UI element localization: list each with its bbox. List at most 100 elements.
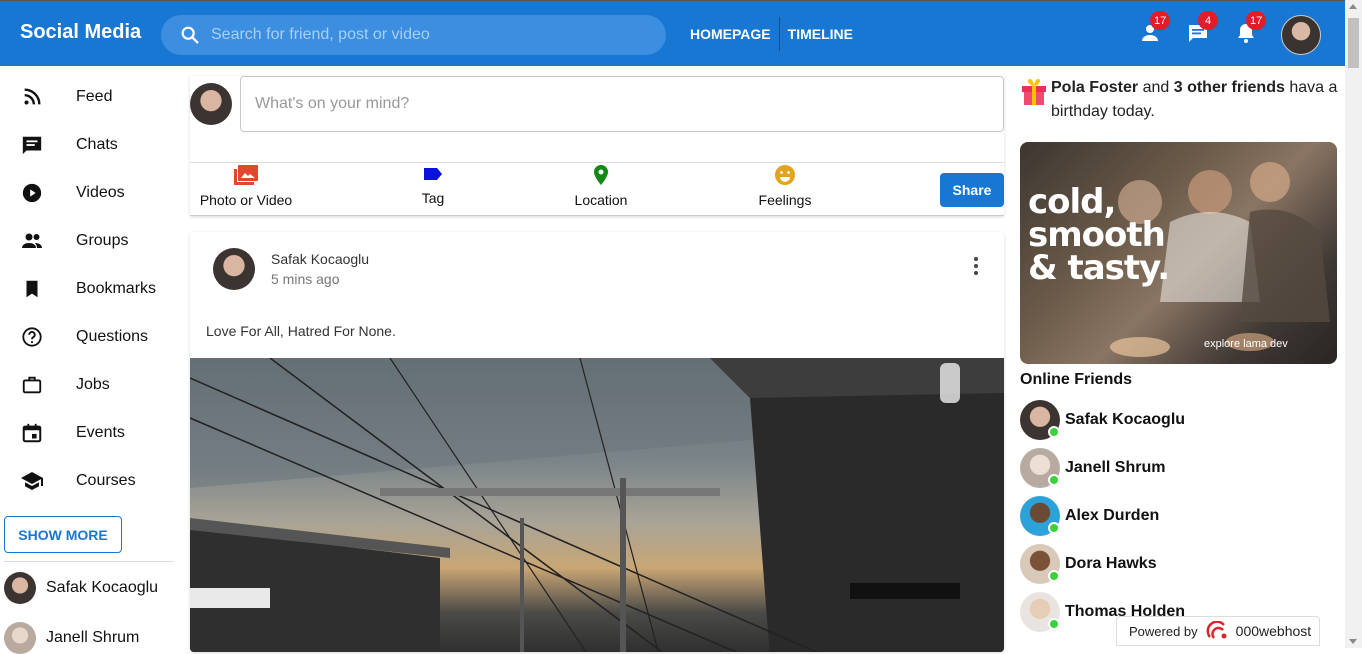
avatar — [1020, 592, 1060, 632]
search-icon — [181, 26, 199, 44]
sidebar-item-videos[interactable]: Videos — [20, 179, 125, 207]
online-status-dot — [1048, 426, 1060, 438]
messages-badge: 4 — [1198, 11, 1218, 30]
avatar — [4, 572, 36, 604]
search-input[interactable] — [211, 26, 651, 44]
sidebar-item-groups[interactable]: Groups — [20, 227, 128, 255]
ad-headline: cold, smooth & tasty. — [1028, 185, 1170, 288]
post-author[interactable]: Safak Kocaoglu — [271, 251, 369, 267]
play-circle-icon — [20, 181, 44, 205]
left-sidebar: Feed Chats Videos Groups Bookmarks Quest… — [0, 66, 180, 654]
show-more-button[interactable]: SHOW MORE — [4, 516, 122, 553]
post-time: 5 mins ago — [271, 271, 340, 287]
ad-banner[interactable]: cold, smooth & tasty. explore lama dev — [1020, 142, 1337, 364]
nav-homepage[interactable]: HOMEPAGE — [690, 26, 779, 42]
webhost-logo-icon — [1206, 621, 1227, 639]
nav-divider — [778, 17, 780, 51]
chat-icon — [20, 133, 44, 157]
sidebar-divider — [4, 561, 174, 562]
online-status-dot — [1048, 618, 1060, 630]
online-friend[interactable]: Janell Shrum — [1020, 448, 1165, 488]
sidebar-item-questions[interactable]: Questions — [20, 323, 148, 351]
online-friend-name: Janell Shrum — [1065, 459, 1166, 476]
post-card: Safak Kocaoglu 5 mins ago Love For All, … — [190, 232, 1004, 652]
sidebar-item-label: Feed — [76, 88, 113, 105]
page-scrollbar[interactable] — [1345, 0, 1362, 648]
location-label: Location — [574, 192, 628, 208]
event-icon — [20, 421, 44, 445]
sidebar-friend[interactable]: Janell Shrum — [4, 622, 139, 654]
birthday-others[interactable]: 3 other friends — [1174, 79, 1285, 96]
rss-feed-icon — [20, 85, 44, 109]
sidebar-item-label: Groups — [76, 232, 129, 249]
birthday-and: and — [1138, 79, 1174, 96]
top-bar: Social Media HOMEPAGE TIMELINE 17 4 17 — [0, 0, 1345, 66]
photo-video-label: Photo or Video — [199, 192, 293, 208]
messages-button[interactable]: 4 — [1186, 11, 1218, 45]
status-input[interactable]: What's on your mind? — [240, 76, 1004, 132]
sidebar-item-feed[interactable]: Feed — [20, 83, 112, 111]
avatar[interactable] — [213, 248, 255, 290]
powered-by-label: Powered by — [1129, 623, 1198, 639]
sidebar-item-jobs[interactable]: Jobs — [20, 371, 110, 399]
sidebar-item-label: Courses — [76, 472, 136, 489]
sidebar-item-events[interactable]: Events — [20, 419, 125, 447]
sidebar-item-courses[interactable]: Courses — [20, 467, 136, 495]
profile-avatar[interactable] — [1281, 15, 1321, 55]
location-option[interactable]: Location — [571, 164, 631, 208]
online-friend-name: Alex Durden — [1065, 507, 1160, 524]
share-button[interactable]: Share — [940, 173, 1004, 207]
more-vert-icon[interactable] — [970, 256, 982, 276]
scroll-up-arrow-icon[interactable] — [1349, 4, 1357, 9]
post-image[interactable] — [190, 358, 1004, 652]
school-icon — [20, 469, 44, 493]
powered-by-badge[interactable]: Powered by 000webhost — [1116, 616, 1320, 646]
online-friend[interactable]: Alex Durden — [1020, 496, 1159, 536]
app-logo[interactable]: Social Media — [20, 21, 141, 44]
bookmark-icon — [20, 277, 44, 301]
sidebar-friend[interactable]: Safak Kocaoglu — [4, 572, 158, 604]
scrollbar-thumb[interactable] — [1348, 18, 1359, 68]
ad-footer: explore lama dev — [1204, 338, 1288, 350]
avatar — [1020, 400, 1060, 440]
group-icon — [20, 229, 44, 253]
avatar — [4, 622, 36, 654]
notifications-badge: 17 — [1246, 11, 1267, 30]
photo-video-option[interactable]: Photo or Video — [198, 164, 294, 208]
ad-line-3: & tasty. — [1028, 248, 1170, 288]
notifications-button[interactable]: 17 — [1234, 11, 1267, 45]
scroll-down-arrow-icon[interactable] — [1349, 639, 1357, 644]
search-bar[interactable] — [161, 15, 666, 55]
sidebar-item-bookmarks[interactable]: Bookmarks — [20, 275, 156, 303]
sidebar-item-label: Jobs — [76, 376, 110, 393]
sidebar-item-chats[interactable]: Chats — [20, 131, 118, 159]
tag-label: Tag — [421, 190, 445, 206]
online-friend[interactable]: Dora Hawks — [1020, 544, 1157, 584]
sidebar-item-label: Events — [76, 424, 125, 441]
label-icon — [424, 168, 442, 180]
sidebar-item-label: Questions — [76, 328, 149, 345]
room-icon — [594, 165, 608, 185]
emoji-emotions-icon — [775, 165, 795, 185]
birthday-name[interactable]: Pola Foster — [1051, 79, 1138, 96]
sidebar-item-label: Bookmarks — [76, 280, 157, 297]
avatar — [190, 83, 232, 125]
online-friend-name: Safak Kocaoglu — [1065, 411, 1186, 428]
friend-name: Janell Shrum — [46, 629, 140, 646]
avatar — [1020, 496, 1060, 536]
friend-requests-button[interactable]: 17 — [1138, 11, 1171, 45]
online-status-dot — [1048, 474, 1060, 486]
online-friend-name: Dora Hawks — [1065, 555, 1157, 572]
work-outline-icon — [20, 373, 44, 397]
avatar — [1020, 544, 1060, 584]
help-outline-icon — [20, 325, 44, 349]
share-box: What's on your mind? Photo or Video Tag … — [190, 76, 1004, 216]
feelings-option[interactable]: Feelings — [755, 164, 815, 208]
post-text: Love For All, Hatred For None. — [206, 323, 396, 339]
nav-timeline[interactable]: TIMELINE — [788, 26, 861, 42]
sidebar-item-label: Videos — [76, 184, 125, 201]
share-divider — [190, 162, 1004, 163]
online-friends-title: Online Friends — [1020, 371, 1133, 388]
online-friend[interactable]: Safak Kocaoglu — [1020, 400, 1185, 440]
tag-option[interactable]: Tag — [402, 164, 464, 206]
